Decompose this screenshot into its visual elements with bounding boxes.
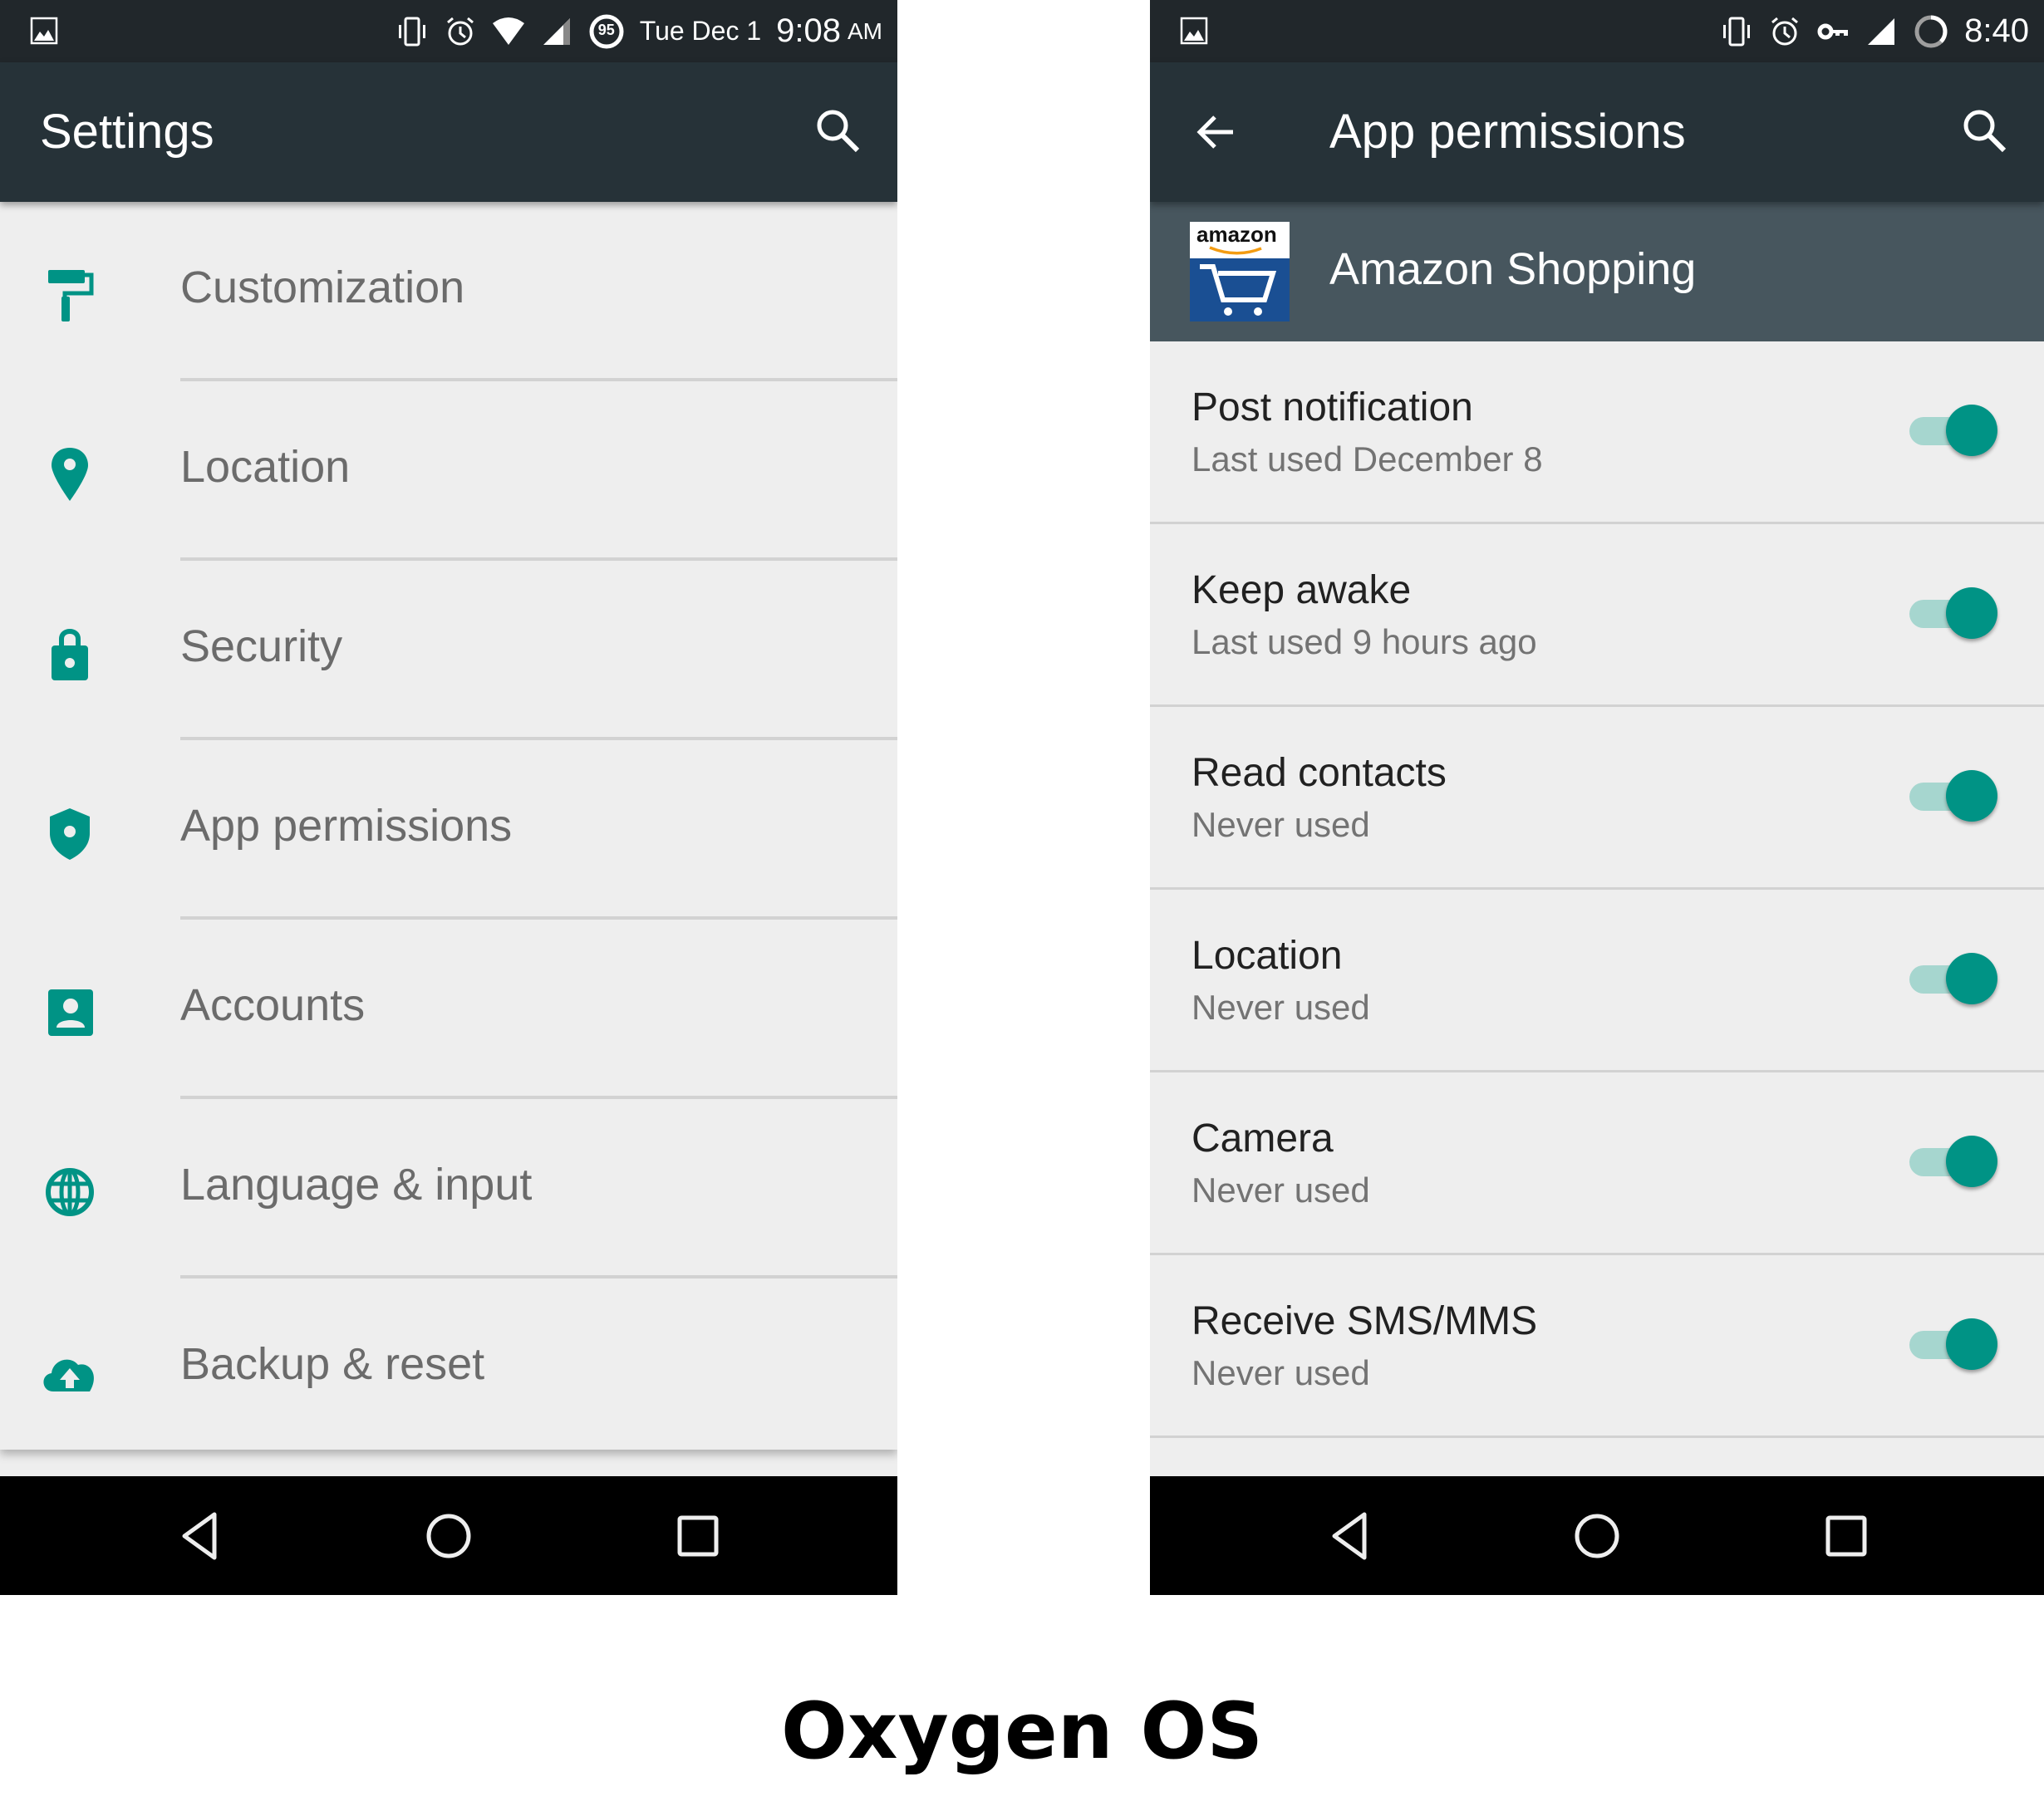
page-title: Settings (40, 105, 214, 159)
permission-last-used: Last used December 8 (1192, 439, 1543, 479)
amazon-smile-icon (1209, 246, 1262, 255)
permission-toggle[interactable] (1909, 1318, 1997, 1373)
cloud-upload-icon (43, 1359, 94, 1391)
recents-icon[interactable] (671, 1509, 725, 1563)
image-notification-icon (30, 17, 58, 45)
image-notification-icon (1180, 17, 1208, 45)
permission-row[interactable]: Read contacts Never used (1150, 707, 2044, 890)
app-permissions-screen: 8:40 App permissions amazon Amazon Shopp… (1150, 0, 2044, 1595)
settings-item-label: Language & input (180, 1160, 533, 1210)
permission-row[interactable]: Camera Never used (1150, 1072, 2044, 1255)
permission-toggle[interactable] (1909, 770, 1997, 825)
settings-item-location[interactable]: Location (0, 381, 897, 561)
permission-row[interactable]: Receive SMS/MMS Never used (1150, 1255, 2044, 1438)
shopping-cart-icon (1190, 258, 1290, 321)
search-icon[interactable] (1958, 104, 2011, 157)
location-pin-icon (52, 448, 88, 501)
settings-item-app-permissions[interactable]: App permissions (0, 740, 897, 920)
app-name: Amazon Shopping (1329, 244, 1697, 294)
settings-item-label: Customization (180, 263, 465, 312)
cell-signal-icon (543, 17, 570, 45)
battery-circle-icon: 95 (588, 13, 625, 50)
navigation-bar (1150, 1476, 2044, 1595)
toolbar: App permissions (1150, 62, 2044, 202)
permission-toggle[interactable] (1909, 405, 1997, 459)
permission-row[interactable]: Post notification Last used December 8 (1150, 341, 2044, 524)
app-header: amazon Amazon Shopping (1150, 202, 2044, 341)
permission-last-used: Never used (1192, 1171, 1370, 1210)
permission-toggle[interactable] (1909, 953, 1997, 1008)
status-time: 8:40 (1964, 12, 2029, 49)
status-ampm: AM (848, 17, 882, 44)
settings-list: Customization Location Security App perm… (0, 202, 897, 1450)
vibrate-icon (1723, 17, 1751, 46)
recents-icon[interactable] (1820, 1509, 1873, 1563)
home-icon[interactable] (422, 1509, 475, 1563)
status-date: Tue Dec 1 (639, 16, 762, 46)
settings-item-language[interactable]: Language & input (0, 1099, 897, 1278)
caption: Oxygen OS (780, 1686, 1264, 1777)
permission-last-used: Never used (1192, 988, 1370, 1027)
settings-item-label: Accounts (180, 980, 366, 1030)
permission-title: Keep awake (1192, 568, 1412, 612)
shield-icon (50, 808, 90, 860)
permission-last-used: Never used (1192, 805, 1370, 844)
navigation-bar (0, 1476, 897, 1595)
alarm-icon (446, 17, 474, 45)
permission-toggle[interactable] (1909, 1136, 1997, 1190)
settings-screen: 95 Tue Dec 1 9:08 AM Settings Customizat… (0, 0, 897, 1595)
vpn-key-icon (1817, 23, 1849, 39)
lock-icon (52, 629, 88, 680)
settings-item-label: Location (180, 442, 351, 492)
settings-item-security[interactable]: Security (0, 561, 897, 740)
permission-title: Receive SMS/MMS (1192, 1299, 1538, 1343)
settings-item-label: Backup & reset (180, 1339, 485, 1389)
logo-text: amazon (1196, 222, 1277, 247)
permission-row[interactable]: Location Never used (1150, 890, 2044, 1072)
permission-title: Read contacts (1192, 751, 1447, 795)
back-icon[interactable] (1323, 1509, 1376, 1563)
permission-title: Camera (1192, 1117, 1334, 1161)
settings-item-customization[interactable]: Customization (0, 202, 897, 381)
back-icon[interactable] (173, 1509, 226, 1563)
page-title: App permissions (1329, 105, 1686, 159)
permission-toggle[interactable] (1909, 587, 1997, 642)
permission-title: Post notification (1192, 385, 1473, 429)
status-bar: 8:40 (1150, 0, 2044, 62)
permission-last-used: Never used (1192, 1353, 1370, 1392)
permission-last-used: Last used 9 hours ago (1192, 622, 1537, 661)
wifi-icon (492, 17, 524, 45)
divider (1150, 1436, 2044, 1438)
battery-level: 95 (597, 21, 615, 38)
paint-roller-icon (48, 270, 94, 321)
toolbar: Settings (0, 62, 897, 202)
search-icon[interactable] (811, 104, 864, 157)
settings-item-label: Security (180, 621, 343, 671)
status-bar: 95 Tue Dec 1 9:08 AM (0, 0, 897, 62)
alarm-icon (1771, 17, 1799, 45)
settings-item-label: App permissions (180, 801, 513, 851)
vibrate-icon (398, 17, 425, 46)
amazon-app-logo: amazon (1190, 222, 1290, 321)
globe-icon (46, 1168, 94, 1216)
home-icon[interactable] (1570, 1509, 1624, 1563)
settings-item-backup[interactable]: Backup & reset (0, 1278, 897, 1458)
account-box-icon (48, 989, 93, 1036)
status-time: 9:08 (776, 12, 841, 49)
arrow-back-icon[interactable] (1192, 107, 1241, 157)
settings-item-accounts[interactable]: Accounts (0, 920, 897, 1099)
permission-row[interactable]: Keep awake Last used 9 hours ago (1150, 524, 2044, 707)
battery-circle-icon (1914, 15, 1948, 47)
permission-title: Location (1192, 934, 1343, 978)
cell-signal-icon (1868, 17, 1895, 45)
